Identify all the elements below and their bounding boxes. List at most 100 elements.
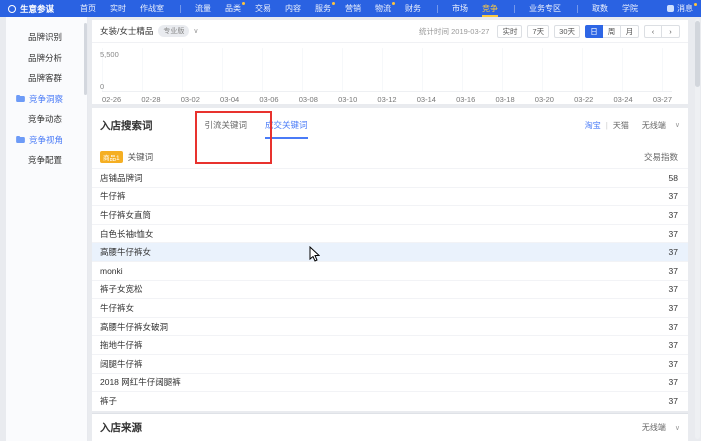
x-tick: 03-18 — [495, 95, 514, 104]
nav-item-traffic[interactable]: 流量 — [195, 0, 211, 17]
table-row-hovered[interactable]: 高腰牛仔裤女37 — [92, 242, 688, 261]
x-axis: 02-26 02-28 03-02 03-04 03-06 03-08 03-1… — [102, 91, 672, 104]
x-tick: 03-20 — [535, 95, 554, 104]
keyword-cell: 裤子女宽松 — [100, 283, 143, 295]
value-cell: 37 — [669, 340, 678, 350]
scrollbar-handle[interactable] — [695, 21, 700, 87]
sidebar-item-brand-customers[interactable]: 品牌客群 — [6, 68, 87, 89]
nav-item-warroom[interactable]: 作战室 — [140, 0, 164, 17]
category-selector[interactable]: 女装/女士精品 — [100, 25, 153, 37]
x-tick: 03-14 — [417, 95, 436, 104]
nav-item-business-zone[interactable]: 业务专区 — [529, 0, 561, 17]
channel-tmall[interactable]: 天猫 — [613, 120, 629, 131]
y-axis-zero-label: 0 — [100, 82, 104, 91]
range-button-30d[interactable]: 30天 — [554, 25, 580, 38]
nav-item-finance[interactable]: 财务 — [405, 0, 421, 17]
app-title: 生意参谋 — [20, 3, 54, 15]
x-tick: 03-24 — [613, 95, 632, 104]
device-selector[interactable]: 无线端 — [642, 120, 666, 131]
user-icon — [667, 5, 674, 12]
x-tick: 03-10 — [338, 95, 357, 104]
chevron-down-icon[interactable]: ∨ — [193, 27, 198, 35]
keyword-cell: 白色长袖t恤女 — [100, 228, 153, 240]
tab-conversion-keywords[interactable]: 成交关键词 — [265, 119, 308, 131]
x-tick: 03-06 — [259, 95, 278, 104]
nav-divider — [180, 5, 181, 13]
table-row[interactable]: 牛仔裤女 37 — [92, 298, 688, 317]
channel-taobao[interactable]: 淘宝 — [585, 120, 601, 131]
nav-item-realtime[interactable]: 实时 — [110, 0, 126, 17]
table-row[interactable]: 2018 网红牛仔阔腿裤37 — [92, 373, 688, 392]
nav-item-logistics[interactable]: 物流 — [375, 0, 391, 17]
table-row[interactable]: 牛仔裤37 — [92, 187, 688, 206]
sidebar-item-competition-insight[interactable]: 竞争洞察 — [6, 89, 87, 110]
x-tick: 03-22 — [574, 95, 593, 104]
table-row[interactable]: 高腰牛仔裤女破洞37 — [92, 317, 688, 336]
table-row[interactable]: 阔腿牛仔裤37 — [92, 354, 688, 373]
range-button-realtime[interactable]: 实时 — [497, 25, 522, 38]
x-tick: 02-26 — [102, 95, 121, 104]
channel-separator: | — [606, 121, 608, 130]
nav-item-data-fetch[interactable]: 取数 — [592, 0, 608, 17]
table-row[interactable]: 店铺品牌词58 — [92, 168, 688, 187]
column-header-value: 交易指数 — [644, 151, 678, 163]
nav-item-competition[interactable]: 竞争 — [482, 0, 498, 17]
top-nav: 生意参谋 首页 实时 作战室 流量 品类 交易 内容 服务 营销 物流 财务 市… — [0, 0, 701, 17]
next-icon[interactable]: › — [662, 25, 680, 38]
search-section-header: 入店搜索词 引流关键词 成交关键词 淘宝 | 天猫 无线端 ∨ — [92, 108, 688, 142]
notification-dot — [392, 2, 395, 5]
notification-dot — [332, 2, 335, 5]
sidebar-scrollbar[interactable] — [84, 23, 87, 95]
range-button-month[interactable]: 月 — [621, 25, 639, 38]
range-button-7d[interactable]: 7天 — [527, 25, 549, 38]
chevron-down-icon[interactable]: ∨ — [675, 424, 680, 432]
sidebar-item-competition-config[interactable]: 竞争配置 — [6, 150, 87, 171]
nav-item-academy[interactable]: 学院 — [622, 0, 638, 17]
sidebar-item-competition-trends[interactable]: 竞争动态 — [6, 109, 87, 130]
value-cell: 37 — [669, 396, 678, 406]
nav-user-account[interactable]: 消息 — [667, 3, 693, 14]
entry-source-card: 入店来源 无线端 ∨ — [92, 414, 688, 441]
keyword-cell: 高腰牛仔裤女 — [100, 246, 151, 258]
prev-icon[interactable]: ‹ — [644, 25, 662, 38]
trend-chart-card: 女装/女士精品 专业版 ∨ 统计时间 2019-03-27 实时 7天 30天 … — [92, 20, 688, 104]
x-tick: 02-28 — [141, 95, 160, 104]
table-row[interactable]: monki37 — [92, 261, 688, 280]
nav-item-service[interactable]: 服务 — [315, 0, 331, 17]
sidebar-item-competition-view[interactable]: 竞争视角 — [6, 130, 87, 151]
sidebar-item-brand-identify[interactable]: 品牌识别 — [6, 27, 87, 48]
sidebar-item-brand-analysis[interactable]: 品牌分析 — [6, 48, 87, 69]
value-cell: 37 — [669, 284, 678, 294]
y-axis-max-label: 5,500 — [100, 50, 119, 59]
x-tick: 03-27 — [653, 95, 672, 104]
range-button-day[interactable]: 日 — [585, 25, 603, 38]
column-header-keyword: 关键词 — [128, 151, 154, 163]
nav-item-category[interactable]: 品类 — [225, 0, 241, 17]
nav-item-marketing[interactable]: 营销 — [345, 0, 361, 17]
x-tick: 03-02 — [181, 95, 200, 104]
folder-icon — [16, 136, 25, 143]
value-cell: 58 — [669, 173, 678, 183]
keyword-cell: 阔腿牛仔裤 — [100, 358, 143, 370]
table-row[interactable]: 牛仔裤女直筒37 — [92, 205, 688, 224]
keyword-cell: 牛仔裤女 — [100, 302, 134, 314]
nav-item-content[interactable]: 内容 — [285, 0, 301, 17]
nav-item-home[interactable]: 首页 — [80, 0, 96, 17]
range-button-week[interactable]: 周 — [603, 25, 621, 38]
chevron-down-icon[interactable]: ∨ — [675, 121, 680, 129]
tab-traffic-keywords[interactable]: 引流关键词 — [205, 119, 248, 131]
nav-item-market[interactable]: 市场 — [452, 0, 468, 17]
table-header: 商品1 关键词 交易指数 — [92, 146, 688, 168]
app-logo[interactable]: 生意参谋 — [8, 3, 54, 15]
value-cell: 37 — [669, 210, 678, 220]
page-scrollbar[interactable] — [695, 19, 700, 439]
value-cell: 37 — [669, 303, 678, 313]
table-row[interactable]: 裤子37 — [92, 391, 688, 410]
nav-item-trade[interactable]: 交易 — [255, 0, 271, 17]
value-cell: 37 — [669, 322, 678, 332]
table-row[interactable]: 白色长袖t恤女37 — [92, 224, 688, 243]
table-row[interactable]: 拖地牛仔裤37 — [92, 335, 688, 354]
value-cell: 37 — [669, 266, 678, 276]
table-row[interactable]: 裤子女宽松 37 — [92, 280, 688, 299]
device-selector[interactable]: 无线端 — [642, 422, 666, 433]
